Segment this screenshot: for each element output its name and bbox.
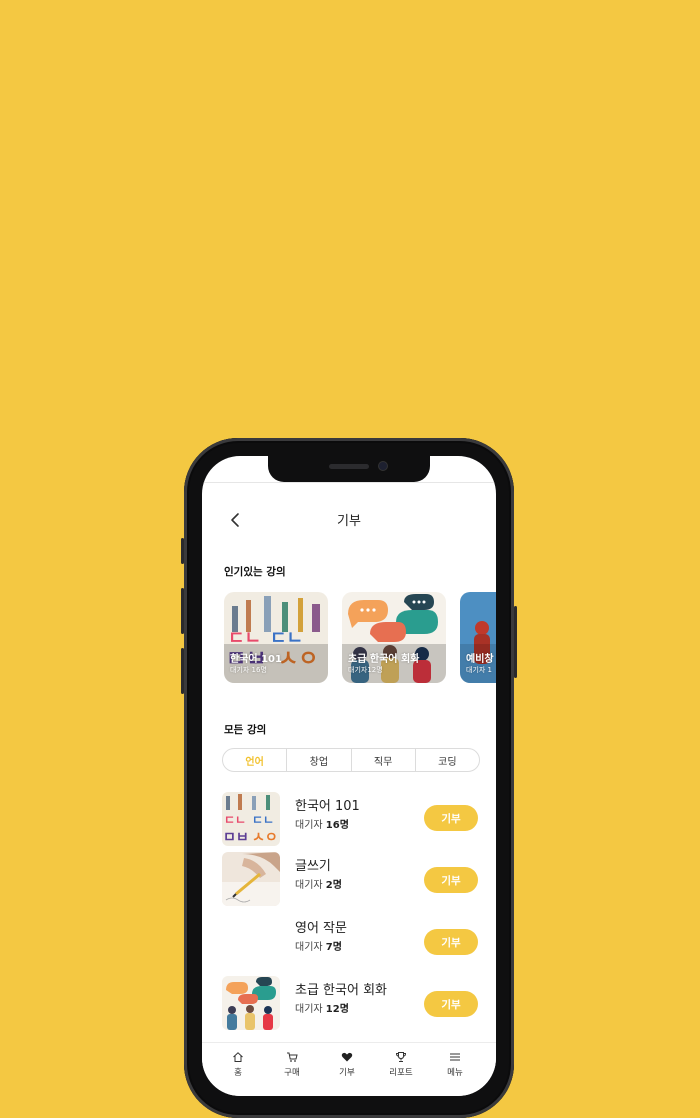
- phone-frame: 기부 인기있는 강의 ㄷㄴ ㄷㄴ ㅁㅂ ㅅㅇ 한국어 101: [181, 438, 517, 1118]
- category-tabs: 언어 창업 직무 코딩: [222, 748, 480, 772]
- donate-button[interactable]: 기부: [424, 867, 478, 893]
- donate-button[interactable]: 기부: [424, 805, 478, 831]
- trophy-icon: [381, 1051, 421, 1065]
- home-icon: [218, 1051, 258, 1065]
- popular-card-title: 초급 한국어 회화: [348, 654, 420, 665]
- power-button: [514, 606, 517, 678]
- popular-carousel[interactable]: ㄷㄴ ㄷㄴ ㅁㅂ ㅅㅇ 한국어 101 대기자 16명: [224, 592, 496, 684]
- notch: [268, 456, 430, 482]
- svg-text:ㄷㄴ: ㄷㄴ: [224, 813, 246, 827]
- donate-button[interactable]: 기부: [424, 991, 478, 1017]
- popular-card[interactable]: 초급 한국어 회화 대기자12명: [342, 592, 446, 683]
- all-courses-heading: 모든 강의: [224, 724, 267, 736]
- volume-up-button: [181, 588, 184, 634]
- svg-text:ㄷㄴ: ㄷㄴ: [252, 813, 274, 827]
- nav-label: 리포트: [389, 1068, 413, 1078]
- course-name: 초급 한국어 회화: [295, 983, 387, 998]
- course-waiting: 대기자 12명: [295, 1004, 349, 1015]
- tab-job[interactable]: 직무: [350, 749, 415, 771]
- popular-card-title: 한국어 101: [230, 654, 282, 665]
- nav-label: 구매: [284, 1068, 300, 1078]
- tab-startup[interactable]: 창업: [286, 749, 350, 771]
- nav-purchase[interactable]: 구매: [272, 1051, 312, 1078]
- bottom-nav: 홈 구매 기부 리포트 메뉴: [202, 1042, 496, 1096]
- tab-language[interactable]: 언어: [223, 749, 286, 771]
- course-row: 초급 한국어 회화 대기자 12명 기부: [202, 976, 496, 1030]
- korean-letters-image: ㄷㄴ ㄷㄴ ㅁㅂ ㅅㅇ: [223, 794, 278, 846]
- course-thumbnail: [222, 852, 280, 906]
- course-row: 글쓰기 대기자 2명 기부: [202, 852, 496, 906]
- course-waiting: 대기자 7명: [295, 942, 342, 953]
- nav-label: 기부: [339, 1068, 355, 1078]
- course-thumbnail: [222, 976, 280, 1030]
- tab-coding[interactable]: 코딩: [414, 749, 479, 771]
- nav-home[interactable]: 홈: [218, 1051, 258, 1078]
- nav-label: 홈: [234, 1068, 242, 1078]
- course-name: 영어 작문: [295, 921, 347, 936]
- speaker: [329, 464, 369, 469]
- cart-icon: [272, 1051, 312, 1065]
- popular-card[interactable]: ㄷㄴ ㄷㄴ ㅁㅂ ㅅㅇ 한국어 101 대기자 16명: [224, 592, 328, 683]
- course-waiting: 대기자 16명: [295, 820, 349, 831]
- course-name: 글쓰기: [295, 859, 331, 874]
- app-header: 기부: [202, 508, 496, 532]
- popular-card-waiting: 대기자12명: [348, 666, 383, 674]
- popular-card-waiting: 대기자 1: [466, 666, 492, 674]
- svg-text:ㅅㅇ: ㅅㅇ: [252, 830, 278, 846]
- nav-label: 메뉴: [447, 1068, 463, 1078]
- nav-report[interactable]: 리포트: [381, 1051, 421, 1078]
- phone-screen: 기부 인기있는 강의 ㄷㄴ ㄷㄴ ㅁㅂ ㅅㅇ 한국어 101: [202, 456, 496, 1096]
- popular-card-waiting: 대기자 16명: [230, 666, 267, 674]
- popular-card-title: 예비창: [466, 654, 494, 665]
- course-waiting: 대기자 2명: [295, 880, 342, 891]
- page-title: 기부: [337, 514, 361, 529]
- popular-card[interactable]: 예비창 대기자 1: [460, 592, 496, 683]
- course-row: 영어 작문 대기자 7명 기부: [202, 914, 496, 968]
- volume-down-button: [181, 648, 184, 694]
- menu-icon: [435, 1051, 475, 1065]
- course-row: ㄷㄴ ㄷㄴ ㅁㅂ ㅅㅇ 한국어 101 대기자 16명 기부: [202, 792, 496, 846]
- popular-heading: 인기있는 강의: [224, 566, 286, 578]
- course-thumbnail: ㄷㄴ ㄷㄴ ㅁㅂ ㅅㅇ: [222, 792, 280, 846]
- course-name: 한국어 101: [295, 799, 360, 814]
- donate-button[interactable]: 기부: [424, 929, 478, 955]
- mute-switch: [181, 538, 184, 564]
- status-divider: [202, 482, 496, 483]
- front-camera: [379, 462, 387, 470]
- writing-hand-image: [222, 852, 280, 906]
- nav-menu[interactable]: 메뉴: [435, 1051, 475, 1078]
- conversation-image: [226, 977, 276, 1030]
- nav-donate[interactable]: 기부: [327, 1051, 367, 1078]
- svg-text:ㅁㅂ: ㅁㅂ: [223, 830, 249, 846]
- heart-icon: [327, 1051, 367, 1065]
